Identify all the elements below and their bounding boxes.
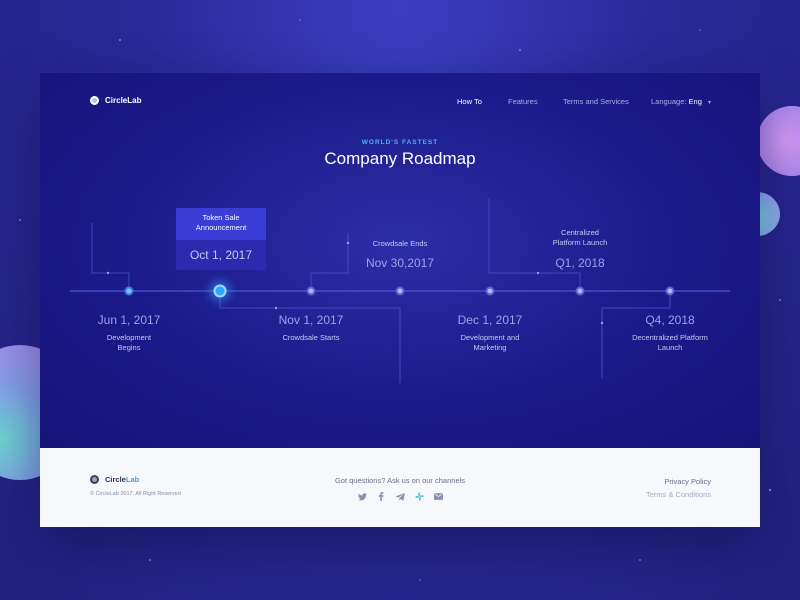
twitter-icon[interactable] <box>357 492 367 501</box>
milestone-label-3: Crowdsale Starts <box>282 333 340 342</box>
milestone-date-1: Jun 1, 2017 <box>97 313 161 327</box>
questions-text: Got questions? Ask us on our channels <box>334 476 466 485</box>
timeline-dot-5[interactable] <box>485 286 495 296</box>
roadmap-card: CircleLab How To Features Terms and Serv… <box>40 73 760 527</box>
hero-section: CircleLab How To Features Terms and Serv… <box>40 73 760 448</box>
privacy-policy-link[interactable]: Privacy Policy <box>664 477 711 486</box>
milestone-label-6: Centralized Platform Launch <box>552 228 608 247</box>
timeline-dot-3[interactable] <box>306 286 316 296</box>
active-milestone-date: Oct 1, 2017 <box>176 240 266 270</box>
timeline-dot-1[interactable] <box>124 286 134 296</box>
facebook-icon[interactable] <box>377 492 386 501</box>
milestone-label-7: Decentralized Platform Launch <box>632 333 708 352</box>
milestone-label-1: Development Begins <box>106 333 152 352</box>
terms-conditions-link[interactable]: Terms & Conditions <box>646 490 711 499</box>
milestone-date-5: Dec 1, 2017 <box>457 313 523 327</box>
milestone-date-6: Q1, 2018 <box>555 256 605 270</box>
active-milestone-card[interactable]: Token Sale Announcement Oct 1, 2017 <box>176 208 266 270</box>
timeline-dot-6[interactable] <box>575 286 585 296</box>
slack-icon[interactable] <box>414 492 424 501</box>
decorative-orb-right <box>757 106 800 176</box>
active-milestone-label: Token Sale Announcement <box>176 208 266 240</box>
mail-icon[interactable] <box>433 492 443 501</box>
timeline-dot-2-active[interactable] <box>213 284 227 298</box>
timeline-dot-7[interactable] <box>665 286 675 296</box>
telegram-icon[interactable] <box>395 492 405 501</box>
milestone-date-4: Nov 30,2017 <box>365 256 435 270</box>
milestone-date-3: Nov 1, 2017 <box>278 313 344 327</box>
timeline-dot-4[interactable] <box>395 286 405 296</box>
footer: CircleLab © CircleLab 2017. All Right Re… <box>40 448 760 527</box>
milestone-date-7: Q4, 2018 <box>645 313 695 327</box>
milestone-label-4: Crowdsale Ends <box>372 239 428 248</box>
milestone-label-5: Development and Marketing <box>460 333 520 352</box>
